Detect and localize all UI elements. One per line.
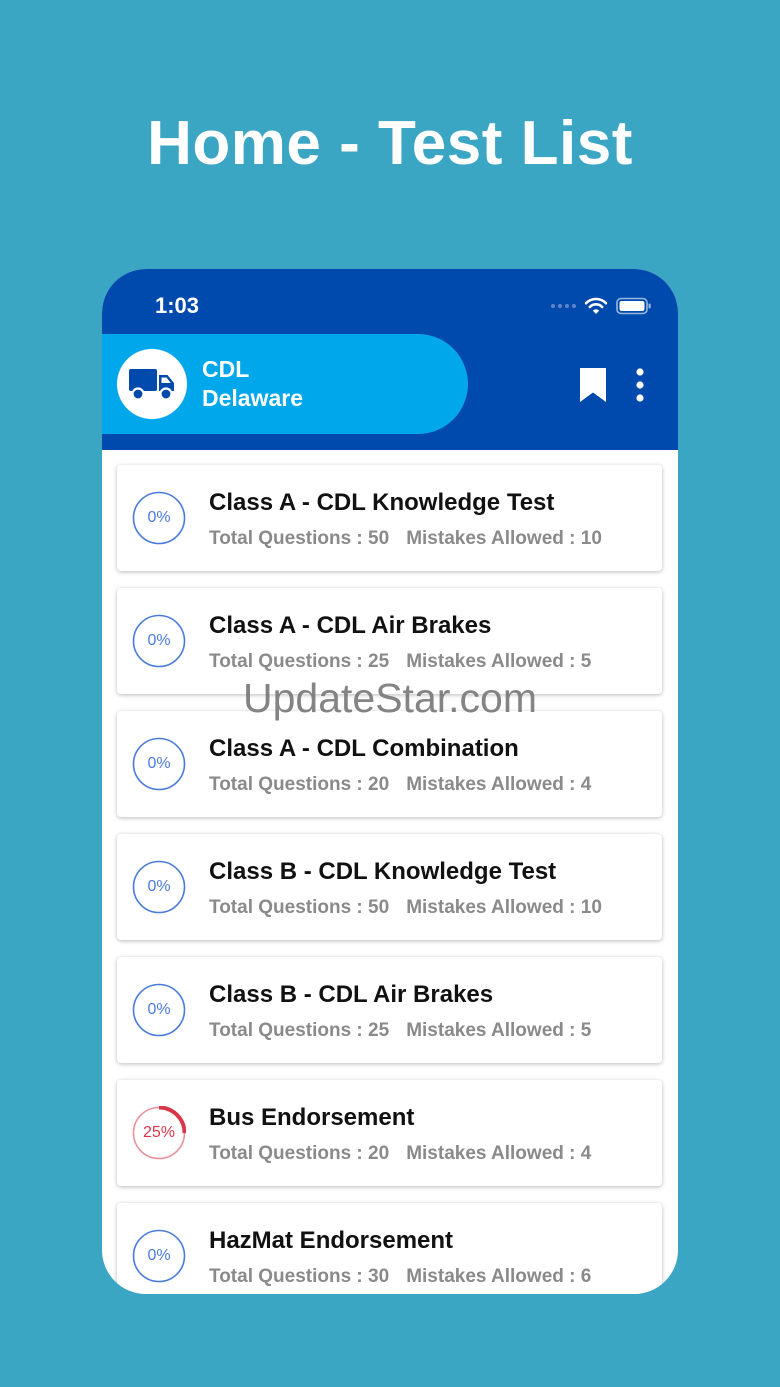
mistakes-allowed-value: 6 bbox=[580, 1266, 592, 1287]
mistakes-allowed-value: 10 bbox=[580, 528, 602, 549]
status-time: 1:03 bbox=[155, 293, 200, 318]
total-questions-value: 25 bbox=[368, 651, 390, 672]
mistakes-allowed-value: 4 bbox=[580, 774, 592, 795]
mistakes-allowed-value: 10 bbox=[580, 897, 602, 918]
total-questions-value: 20 bbox=[368, 774, 390, 795]
mistakes-allowed-value: 5 bbox=[580, 651, 592, 672]
test-meta: Total Questions : 50 Mistakes Allowed : 1… bbox=[209, 527, 602, 551]
battery-icon bbox=[616, 297, 651, 315]
test-title: Class A - CDL Knowledge Test bbox=[209, 489, 555, 516]
bookmark-button[interactable] bbox=[578, 366, 608, 404]
test-card[interactable]: 0% Class B - CDL Air Brakes Total Questi… bbox=[117, 957, 662, 1063]
test-card[interactable]: 0% Class A - CDL Knowledge Test Total Qu… bbox=[117, 465, 662, 571]
total-questions-label: Total Questions : bbox=[209, 528, 369, 549]
phone-frame: 1:03 CDL Delaware 0% Class A - CDL Knowl… bbox=[102, 269, 678, 1294]
test-card[interactable]: 0% Class B - CDL Knowledge Test Total Qu… bbox=[117, 834, 662, 940]
test-card[interactable]: 0% HazMat Endorsement Total Questions : … bbox=[117, 1203, 662, 1294]
progress-ring: 0% bbox=[132, 860, 186, 914]
total-questions-value: 50 bbox=[368, 897, 390, 918]
total-questions-label: Total Questions : bbox=[209, 651, 369, 672]
test-title: HazMat Endorsement bbox=[209, 1227, 454, 1254]
progress-label: 0% bbox=[147, 1247, 171, 1264]
test-meta: Total Questions : 20 Mistakes Allowed : 4 bbox=[209, 1142, 591, 1166]
test-title: Class B - CDL Knowledge Test bbox=[209, 858, 557, 885]
progress-label: 25% bbox=[142, 1124, 176, 1141]
header-pill: CDL Delaware bbox=[102, 334, 468, 434]
total-questions-label: Total Questions : bbox=[209, 1266, 369, 1287]
promo-title: Home - Test List bbox=[147, 109, 633, 178]
progress-label: 0% bbox=[147, 632, 171, 649]
progress-label: 0% bbox=[147, 1001, 171, 1018]
test-title: Class A - CDL Air Brakes bbox=[209, 612, 492, 639]
test-meta: Total Questions : 50 Mistakes Allowed : 1… bbox=[209, 896, 602, 920]
app-title: CDL bbox=[202, 356, 250, 382]
total-questions-value: 30 bbox=[368, 1266, 390, 1287]
total-questions-label: Total Questions : bbox=[209, 1020, 369, 1041]
app-bar: 1:03 CDL Delaware bbox=[102, 269, 678, 450]
test-meta: Total Questions : 20 Mistakes Allowed : 4 bbox=[209, 773, 591, 797]
mistakes-allowed-label: Mistakes Allowed : bbox=[406, 651, 581, 672]
progress-ring: 0% bbox=[132, 983, 186, 1037]
test-card[interactable]: 0% Class A - CDL Air Brakes Total Questi… bbox=[117, 588, 662, 694]
status-icons bbox=[551, 295, 652, 317]
progress-ring: 0% bbox=[132, 614, 186, 668]
more-vertical-icon bbox=[636, 368, 644, 402]
bookmark-icon bbox=[580, 368, 606, 402]
test-title: Bus Endorsement bbox=[209, 1104, 415, 1131]
test-meta: Total Questions : 25 Mistakes Allowed : 5 bbox=[209, 1019, 591, 1043]
mistakes-allowed-label: Mistakes Allowed : bbox=[406, 1020, 581, 1041]
total-questions-value: 50 bbox=[368, 528, 390, 549]
test-meta: Total Questions : 25 Mistakes Allowed : 5 bbox=[209, 650, 591, 674]
progress-ring: 25% bbox=[131, 1105, 187, 1161]
progress-ring: 0% bbox=[132, 737, 186, 791]
mistakes-allowed-value: 4 bbox=[580, 1143, 592, 1164]
mistakes-allowed-label: Mistakes Allowed : bbox=[406, 897, 581, 918]
total-questions-value: 20 bbox=[368, 1143, 390, 1164]
app-subtitle-state: Delaware bbox=[202, 385, 304, 411]
truck-icon bbox=[129, 369, 174, 401]
progress-label: 0% bbox=[147, 878, 171, 895]
total-questions-label: Total Questions : bbox=[209, 1143, 369, 1164]
progress-label: 0% bbox=[147, 755, 171, 772]
test-list: 0% Class A - CDL Knowledge Test Total Qu… bbox=[102, 450, 678, 1294]
signal-dots-icon bbox=[551, 304, 576, 308]
mistakes-allowed-label: Mistakes Allowed : bbox=[406, 528, 581, 549]
wifi-icon bbox=[584, 297, 608, 314]
logo-badge bbox=[117, 349, 187, 419]
total-questions-label: Total Questions : bbox=[209, 774, 369, 795]
test-card[interactable]: 25% Bus Endorsement Total Questions : 20… bbox=[117, 1080, 662, 1186]
mistakes-allowed-label: Mistakes Allowed : bbox=[406, 1143, 581, 1164]
total-questions-label: Total Questions : bbox=[209, 897, 369, 918]
mistakes-allowed-value: 5 bbox=[580, 1020, 592, 1041]
progress-ring: 0% bbox=[132, 1229, 186, 1283]
test-meta: Total Questions : 30 Mistakes Allowed : 6 bbox=[209, 1265, 591, 1289]
test-card[interactable]: 0% Class A - CDL Combination Total Quest… bbox=[117, 711, 662, 817]
mistakes-allowed-label: Mistakes Allowed : bbox=[406, 774, 581, 795]
progress-ring: 0% bbox=[132, 491, 186, 545]
progress-label: 0% bbox=[147, 509, 171, 526]
total-questions-value: 25 bbox=[368, 1020, 390, 1041]
test-title: Class A - CDL Combination bbox=[209, 735, 519, 762]
test-title: Class B - CDL Air Brakes bbox=[209, 981, 494, 1008]
mistakes-allowed-label: Mistakes Allowed : bbox=[406, 1266, 581, 1287]
more-options-button[interactable] bbox=[628, 365, 652, 405]
